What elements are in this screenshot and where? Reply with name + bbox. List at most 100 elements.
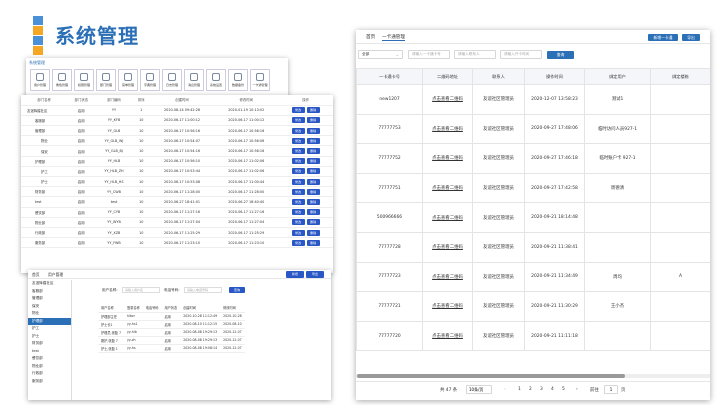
tree-item[interactable]: 服务部	[28, 378, 71, 386]
delete-button[interactable]: 删除	[306, 107, 320, 114]
edit-button[interactable]: 修改	[291, 127, 305, 134]
user-name-input[interactable]: 请输入用户名	[122, 287, 160, 293]
delete-button[interactable]: 删除	[306, 117, 320, 124]
edit-button[interactable]: 修改	[291, 148, 305, 155]
status-select[interactable]: 全部 ⌄	[358, 50, 403, 59]
module-tile[interactable]: 菜单管理	[118, 69, 138, 91]
next-page-button[interactable]: ›	[576, 387, 578, 392]
edit-button[interactable]: 修改	[291, 219, 305, 226]
export-button[interactable]: 导出	[682, 34, 700, 41]
table-cell: 2020-06-17 11:27:16	[214, 207, 279, 218]
page-3-button[interactable]: 3	[540, 387, 543, 392]
delete-button[interactable]: 删除	[306, 137, 320, 144]
qr-link[interactable]: 点击查看二维码	[422, 320, 473, 352]
tree-item[interactable]: 财务部	[28, 340, 71, 348]
user-tab-home[interactable]: 首页	[32, 272, 40, 278]
bound-user[interactable]: 临时访问人员927-1	[584, 113, 651, 145]
tree-item[interactable]: 物业部	[28, 363, 71, 371]
new-card-button[interactable]: 新增一卡通	[648, 34, 678, 41]
edit-button[interactable]: 修改	[291, 168, 305, 175]
user-tab-users[interactable]: 用户管理	[48, 272, 63, 278]
phone-input[interactable]: 请输入电话号码	[184, 287, 222, 293]
edit-button[interactable]: 修改	[291, 158, 305, 165]
bound-user[interactable]: 周均	[584, 261, 651, 293]
module-tile[interactable]: 权限管理	[74, 69, 94, 91]
bound-user	[584, 202, 651, 233]
module-tile[interactable]: 数据备份	[228, 69, 248, 91]
table-cell: 启用	[161, 344, 181, 353]
tab-home[interactable]: 首页	[366, 34, 375, 40]
goto-page-input[interactable]: 1	[604, 385, 618, 394]
module-tile[interactable]: 一卡通管理	[250, 69, 270, 91]
edit-button[interactable]: 修改	[291, 137, 305, 144]
contact-input[interactable]: 请输入联系人	[454, 50, 496, 59]
qr-link[interactable]: 点击查看二维码	[422, 231, 473, 263]
bound-user[interactable]: 测试1	[584, 84, 651, 115]
bound-user[interactable]: 周德清	[584, 172, 651, 204]
prev-page-button[interactable]: ‹	[504, 387, 506, 392]
tab-card-management[interactable]: 一卡通管理	[382, 34, 405, 41]
module-tile[interactable]: 日志管理	[162, 69, 182, 91]
card-number-input[interactable]: 请输入一卡通卡号	[408, 50, 450, 59]
edit-button[interactable]: 修改	[291, 239, 305, 246]
edit-button[interactable]: 修改	[291, 209, 305, 216]
delete-button[interactable]: 删除	[306, 158, 320, 165]
module-tile[interactable]: 消息管理	[184, 69, 204, 91]
delete-button[interactable]: 删除	[306, 168, 320, 175]
tree-item[interactable]: 餐饮部	[28, 355, 71, 363]
delete-button[interactable]: 删除	[306, 229, 320, 236]
delete-button[interactable]: 删除	[306, 127, 320, 134]
qr-link[interactable]: 点击查看二维码	[422, 202, 473, 233]
module-tile[interactable]: 角色管理	[52, 69, 72, 91]
tree-item[interactable]: 管理部	[28, 295, 71, 303]
user-search-button[interactable]: 查询	[229, 287, 245, 293]
delete-button[interactable]: 删除	[306, 219, 320, 226]
page-2-button[interactable]: 2	[529, 387, 532, 392]
table-cell: YY_HLB_HS	[95, 176, 133, 188]
tree-item[interactable]: 护理部	[28, 317, 71, 325]
qr-link[interactable]: 点击查看二维码	[422, 261, 473, 293]
page-5-button[interactable]: 5	[562, 387, 565, 392]
qr-link[interactable]: 点击查看二维码	[422, 143, 473, 174]
search-button[interactable]: 查询	[547, 51, 574, 59]
qr-link[interactable]: 点击查看二维码	[422, 113, 473, 145]
bound-building[interactable]: A	[650, 261, 710, 293]
bound-user[interactable]: 王小杰	[584, 291, 651, 322]
tree-item[interactable]: 客服部	[28, 288, 71, 296]
open-time-input[interactable]: 请输入开卡时间	[500, 50, 542, 59]
qr-link[interactable]: 点击查看二维码	[422, 84, 473, 115]
edit-button[interactable]: 修改	[291, 178, 305, 185]
delete-button[interactable]: 删除	[306, 148, 320, 155]
edit-button[interactable]: 修改	[291, 117, 305, 124]
page-size-select[interactable]: 10条/页	[466, 385, 492, 394]
tree-item[interactable]: 友谊辉煌社区	[28, 280, 71, 288]
module-tile[interactable]: 部门管理	[96, 69, 116, 91]
tree-item[interactable]: 护士	[28, 333, 71, 341]
edit-button[interactable]: 修改	[291, 198, 305, 205]
delete-button[interactable]: 删除	[306, 178, 320, 185]
edit-button[interactable]: 修改	[291, 188, 305, 195]
module-tile[interactable]: 用户管理	[30, 69, 50, 91]
delete-button[interactable]: 删除	[306, 188, 320, 195]
bound-user[interactable]: 临时账户卡 927-1	[584, 143, 651, 174]
qr-link[interactable]: 点击查看二维码	[422, 291, 473, 322]
user-add-button[interactable]: 新增	[286, 271, 304, 278]
tree-item[interactable]: 护工	[28, 325, 71, 333]
user-export-button[interactable]: 导出	[306, 271, 324, 278]
qr-link[interactable]: 点击查看二维码	[422, 172, 473, 204]
module-tile[interactable]: 字典管理	[140, 69, 160, 91]
edit-button[interactable]: 修改	[291, 229, 305, 236]
tree-item[interactable]: 物业	[28, 310, 71, 318]
delete-button[interactable]: 删除	[306, 209, 320, 216]
tree-item[interactable]: 保安	[28, 303, 71, 311]
page-1-button[interactable]: 1	[518, 387, 521, 392]
edit-button[interactable]: 修改	[291, 107, 305, 114]
tree-item[interactable]: test	[28, 348, 71, 356]
module-icon	[212, 73, 220, 81]
page-4-button[interactable]: 4	[551, 387, 554, 392]
delete-button[interactable]: 删除	[306, 239, 320, 246]
module-tile[interactable]: 系统设置	[206, 69, 226, 91]
horizontal-scrollbar[interactable]	[356, 374, 710, 378]
delete-button[interactable]: 删除	[306, 198, 320, 205]
tree-item[interactable]: 行政部	[28, 370, 71, 378]
